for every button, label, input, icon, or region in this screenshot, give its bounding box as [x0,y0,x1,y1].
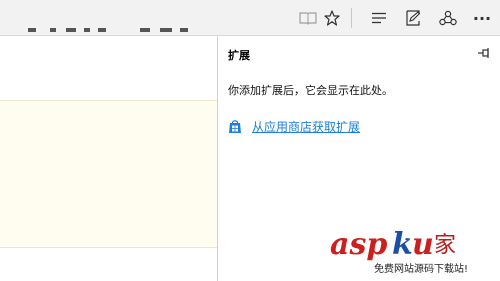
pin-icon [478,48,489,58]
get-extensions-from-store-link[interactable]: 从应用商店获取扩展 [228,118,360,135]
page-content [0,28,217,281]
hub-lines-icon [372,12,386,24]
toolbar-separator [351,8,352,28]
watermark: asp k u 家 免费网站源码下载站! [330,222,500,281]
more-button[interactable]: ··· [470,6,494,30]
store-icon [229,119,241,133]
more-dots-icon: ··· [472,8,492,28]
store-link-label: 从应用商店获取扩展 [252,120,361,134]
svg-text:k: k [392,227,413,262]
pen-note-icon [406,10,421,26]
reading-view-button[interactable] [296,6,320,30]
svg-text:asp: asp [330,227,387,262]
watermark-logo: asp k u 家 免费网站源码下载站! [330,227,468,275]
pin-pane-button[interactable] [476,45,492,61]
share-icon [439,10,457,26]
star-icon [324,10,340,26]
highlight-block [0,100,217,248]
pane-title: 扩展 [228,49,250,62]
empty-extensions-message: 你添加扩展后，它会显示在此处。 [228,84,393,97]
browser-window: ··· 扩展 你添加扩展后，它会显示在此处。 从应用商店获取扩展 asp k u… [0,0,500,281]
svg-text:u: u [412,227,434,262]
clipped-text-line [0,28,217,40]
web-note-button[interactable] [401,6,425,30]
share-button[interactable] [436,6,460,30]
svg-text:家: 家 [434,233,456,258]
favorite-button[interactable] [320,6,344,30]
book-icon [299,12,317,25]
svg-text:免费网站源码下载站!: 免费网站源码下载站! [374,262,468,275]
hub-button[interactable] [367,6,391,30]
